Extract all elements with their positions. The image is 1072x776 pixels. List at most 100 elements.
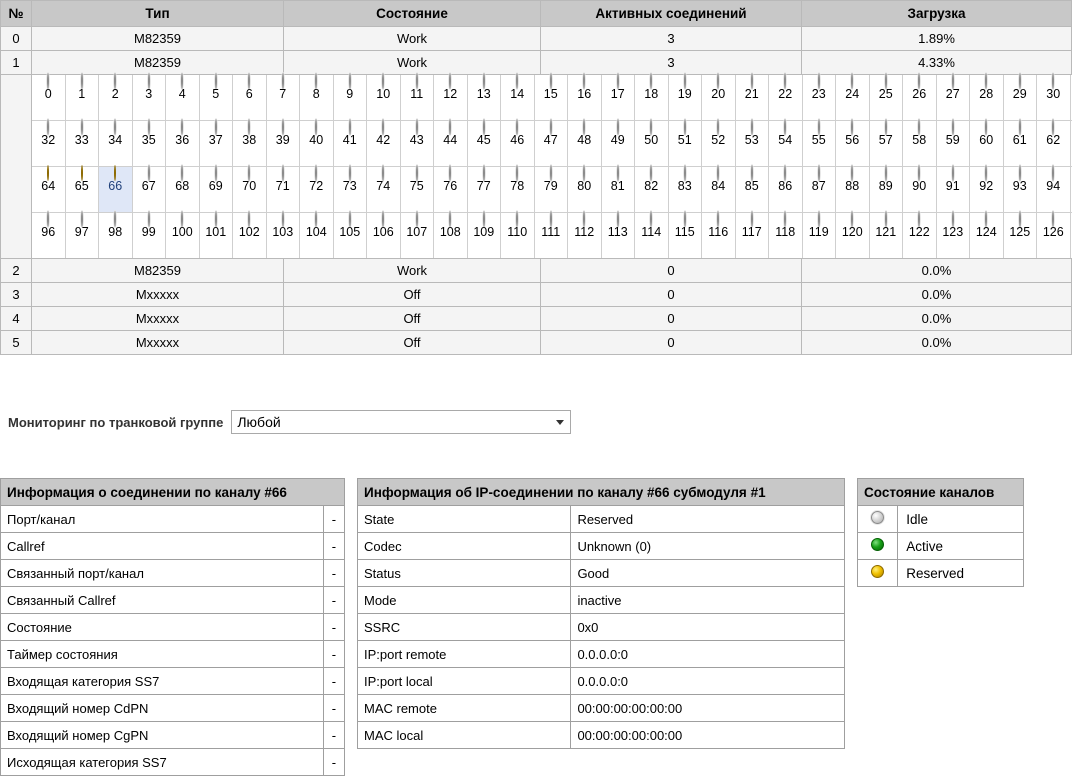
channel-cell-81[interactable]: 81	[602, 167, 636, 213]
channel-cell-50[interactable]: 50	[635, 121, 669, 167]
channel-cell-107[interactable]: 107	[401, 213, 435, 258]
channel-cell-25[interactable]: 25	[870, 75, 904, 121]
channel-cell-60[interactable]: 60	[970, 121, 1004, 167]
channel-cell-51[interactable]: 51	[669, 121, 703, 167]
channel-cell-46[interactable]: 46	[501, 121, 535, 167]
channel-cell-38[interactable]: 38	[233, 121, 267, 167]
channel-cell-70[interactable]: 70	[233, 167, 267, 213]
channel-cell-108[interactable]: 108	[434, 213, 468, 258]
channel-cell-5[interactable]: 5	[200, 75, 234, 121]
channel-cell-72[interactable]: 72	[300, 167, 334, 213]
channel-cell-77[interactable]: 77	[468, 167, 502, 213]
channel-cell-28[interactable]: 28	[970, 75, 1004, 121]
channel-cell-35[interactable]: 35	[133, 121, 167, 167]
channel-cell-10[interactable]: 10	[367, 75, 401, 121]
channel-cell-105[interactable]: 105	[334, 213, 368, 258]
channel-cell-106[interactable]: 106	[367, 213, 401, 258]
channel-cell-103[interactable]: 103	[267, 213, 301, 258]
channel-cell-27[interactable]: 27	[937, 75, 971, 121]
channel-cell-99[interactable]: 99	[133, 213, 167, 258]
channel-cell-23[interactable]: 23	[803, 75, 837, 121]
channel-cell-21[interactable]: 21	[736, 75, 770, 121]
channel-cell-58[interactable]: 58	[903, 121, 937, 167]
channel-cell-68[interactable]: 68	[166, 167, 200, 213]
channel-cell-89[interactable]: 89	[870, 167, 904, 213]
channel-cell-101[interactable]: 101	[200, 213, 234, 258]
channel-cell-111[interactable]: 111	[535, 213, 569, 258]
channel-cell-30[interactable]: 30	[1037, 75, 1071, 121]
channel-cell-122[interactable]: 122	[903, 213, 937, 258]
channel-cell-4[interactable]: 4	[166, 75, 200, 121]
channel-cell-78[interactable]: 78	[501, 167, 535, 213]
channel-cell-114[interactable]: 114	[635, 213, 669, 258]
channel-cell-61[interactable]: 61	[1004, 121, 1038, 167]
channel-cell-16[interactable]: 16	[568, 75, 602, 121]
channel-cell-67[interactable]: 67	[133, 167, 167, 213]
channel-cell-39[interactable]: 39	[267, 121, 301, 167]
channel-cell-7[interactable]: 7	[267, 75, 301, 121]
channel-cell-116[interactable]: 116	[702, 213, 736, 258]
channel-cell-75[interactable]: 75	[401, 167, 435, 213]
channel-cell-6[interactable]: 6	[233, 75, 267, 121]
channel-cell-52[interactable]: 52	[702, 121, 736, 167]
channel-cell-87[interactable]: 87	[803, 167, 837, 213]
channel-cell-8[interactable]: 8	[300, 75, 334, 121]
channel-cell-36[interactable]: 36	[166, 121, 200, 167]
channel-cell-85[interactable]: 85	[736, 167, 770, 213]
channel-cell-123[interactable]: 123	[937, 213, 971, 258]
channel-cell-33[interactable]: 33	[66, 121, 100, 167]
channel-cell-55[interactable]: 55	[803, 121, 837, 167]
channel-cell-59[interactable]: 59	[937, 121, 971, 167]
channel-cell-37[interactable]: 37	[200, 121, 234, 167]
channel-cell-113[interactable]: 113	[602, 213, 636, 258]
channel-cell-49[interactable]: 49	[602, 121, 636, 167]
channel-cell-93[interactable]: 93	[1004, 167, 1038, 213]
channel-cell-47[interactable]: 47	[535, 121, 569, 167]
channel-cell-65[interactable]: 65	[66, 167, 100, 213]
channel-cell-42[interactable]: 42	[367, 121, 401, 167]
channel-cell-18[interactable]: 18	[635, 75, 669, 121]
channel-cell-112[interactable]: 112	[568, 213, 602, 258]
channel-cell-110[interactable]: 110	[501, 213, 535, 258]
channel-cell-3[interactable]: 3	[133, 75, 167, 121]
channel-cell-71[interactable]: 71	[267, 167, 301, 213]
channel-cell-2[interactable]: 2	[99, 75, 133, 121]
channel-cell-1[interactable]: 1	[66, 75, 100, 121]
channel-cell-97[interactable]: 97	[66, 213, 100, 258]
channel-cell-24[interactable]: 24	[836, 75, 870, 121]
channel-cell-118[interactable]: 118	[769, 213, 803, 258]
channel-cell-117[interactable]: 117	[736, 213, 770, 258]
channel-cell-64[interactable]: 64	[32, 167, 66, 213]
channel-cell-20[interactable]: 20	[702, 75, 736, 121]
channel-cell-86[interactable]: 86	[769, 167, 803, 213]
channel-cell-94[interactable]: 94	[1037, 167, 1071, 213]
channel-cell-56[interactable]: 56	[836, 121, 870, 167]
channel-cell-98[interactable]: 98	[99, 213, 133, 258]
channel-cell-73[interactable]: 73	[334, 167, 368, 213]
channel-cell-29[interactable]: 29	[1004, 75, 1038, 121]
channel-cell-69[interactable]: 69	[200, 167, 234, 213]
channel-cell-82[interactable]: 82	[635, 167, 669, 213]
channel-cell-115[interactable]: 115	[669, 213, 703, 258]
channel-cell-120[interactable]: 120	[836, 213, 870, 258]
channel-cell-41[interactable]: 41	[334, 121, 368, 167]
channel-cell-48[interactable]: 48	[568, 121, 602, 167]
channel-cell-102[interactable]: 102	[233, 213, 267, 258]
channel-cell-84[interactable]: 84	[702, 167, 736, 213]
channel-cell-90[interactable]: 90	[903, 167, 937, 213]
channel-cell-125[interactable]: 125	[1004, 213, 1038, 258]
channel-cell-62[interactable]: 62	[1037, 121, 1071, 167]
channel-cell-0[interactable]: 0	[32, 75, 66, 121]
trunk-group-select[interactable]: Любой	[231, 410, 571, 434]
channel-cell-17[interactable]: 17	[602, 75, 636, 121]
channel-cell-54[interactable]: 54	[769, 121, 803, 167]
channel-cell-74[interactable]: 74	[367, 167, 401, 213]
channel-cell-57[interactable]: 57	[870, 121, 904, 167]
channel-cell-80[interactable]: 80	[568, 167, 602, 213]
channel-cell-45[interactable]: 45	[468, 121, 502, 167]
channel-cell-12[interactable]: 12	[434, 75, 468, 121]
channel-cell-11[interactable]: 11	[401, 75, 435, 121]
channel-cell-104[interactable]: 104	[300, 213, 334, 258]
channel-cell-121[interactable]: 121	[870, 213, 904, 258]
channel-cell-83[interactable]: 83	[669, 167, 703, 213]
